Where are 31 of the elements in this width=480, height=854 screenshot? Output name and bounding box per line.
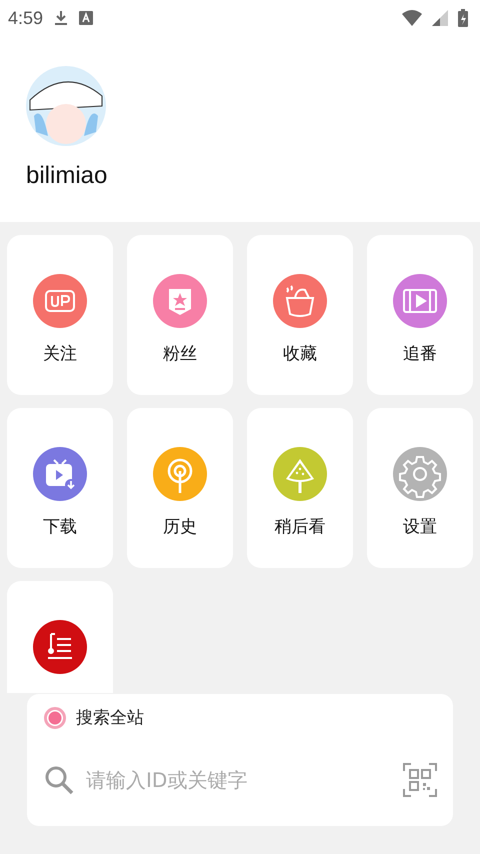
- search-icon: [44, 765, 74, 795]
- menu-tile[interactable]: 关注: [7, 235, 113, 395]
- menu-tile[interactable]: 历史: [127, 408, 233, 568]
- tile-label: 关注: [43, 343, 77, 365]
- tile-label: 历史: [163, 516, 197, 538]
- tile-label: 粉丝: [163, 343, 197, 365]
- status-time: 4:59: [8, 8, 44, 28]
- tile-label: 设置: [403, 516, 437, 538]
- radio-button[interactable]: [44, 706, 66, 728]
- battery-icon: [458, 9, 468, 27]
- wifi-icon: [402, 10, 422, 26]
- menu-tile[interactable]: 粉丝: [127, 235, 233, 395]
- keyboard-notification-icon: [79, 11, 94, 25]
- qr-scan-icon[interactable]: [403, 763, 437, 797]
- tile-label: 追番: [403, 343, 437, 365]
- username: bilimiao: [26, 162, 108, 190]
- download-icon: [53, 10, 70, 26]
- menu-tile[interactable]: 稍后看: [247, 408, 353, 568]
- tile-label: 下载: [43, 516, 77, 538]
- tile-label: 收藏: [283, 343, 317, 365]
- menu-tile[interactable]: 收藏: [247, 235, 353, 395]
- menu-tile[interactable]: 设置: [367, 408, 473, 568]
- avatar[interactable]: [26, 66, 106, 146]
- signal-icon: [432, 10, 448, 26]
- menu-tile[interactable]: 下载: [7, 408, 113, 568]
- search-scope-label: 搜索全站: [76, 707, 144, 729]
- search-scope-option[interactable]: 搜索全站: [44, 706, 144, 729]
- search-field[interactable]: 请输入ID或关键字: [86, 768, 391, 792]
- tile-label: 稍后看: [274, 516, 326, 538]
- menu-tile[interactable]: [7, 581, 113, 693]
- menu-tile[interactable]: 追番: [367, 235, 473, 395]
